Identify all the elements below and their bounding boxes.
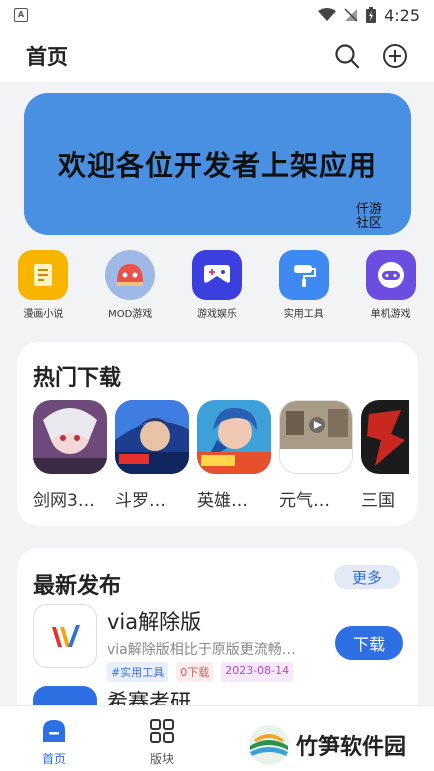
comic-book-icon: [18, 250, 69, 300]
clock: 4:25: [384, 5, 420, 25]
hot-app[interactable]: 斗罗…: [115, 400, 189, 511]
watermark: 竹笋软件园: [248, 724, 406, 766]
promo-banner[interactable]: 欢迎各位开发者上架应用 仟游社区: [24, 93, 411, 235]
status-bar: A 4:25: [0, 0, 434, 30]
home-icon: [43, 720, 65, 742]
game-art-icon: [361, 400, 409, 474]
game-art-icon: [279, 400, 353, 474]
app-name: 三国: [361, 491, 395, 511]
watermark-logo-icon: [249, 725, 289, 765]
grid-icon: [150, 719, 174, 743]
category-tag: #实用工具: [107, 662, 169, 682]
via-logo-icon: [33, 604, 97, 668]
section-title: 热门下载: [33, 366, 122, 391]
search-icon[interactable]: [334, 43, 360, 69]
app-name: 英雄…: [197, 491, 248, 511]
more-button[interactable]: 更多: [334, 565, 400, 589]
category-label: 游戏娱乐: [196, 309, 237, 320]
hot-downloads-card: 热门下载 剑网3… 斗罗… 英雄… 元气… 三国: [17, 342, 418, 526]
category-label: 单机游戏: [370, 309, 411, 320]
hot-app[interactable]: 三国: [361, 400, 434, 511]
gamepad-icon: [191, 250, 242, 300]
banner-stamp: 仟游社区: [355, 202, 382, 231]
game-art-icon: [197, 400, 271, 474]
app-name: 元气…: [279, 491, 330, 511]
nav-boards[interactable]: 版块: [108, 706, 216, 771]
banner-text: 欢迎各位开发者上架应用: [57, 149, 377, 182]
hot-app[interactable]: 英雄…: [197, 400, 271, 511]
category-comics[interactable]: 漫画小说: [0, 250, 87, 325]
no-signal-icon: [344, 8, 358, 22]
download-count-tag: 0下载: [176, 662, 214, 682]
top-app-bar: 首页: [0, 30, 434, 82]
category-game-entertainment[interactable]: 游戏娱乐: [174, 250, 261, 325]
game-art-icon: [33, 400, 107, 474]
mod-robot-icon: [105, 250, 156, 300]
category-mod-games[interactable]: MOD游戏: [87, 250, 174, 325]
single-game-icon: [365, 250, 416, 300]
add-icon[interactable]: [382, 43, 408, 69]
app-notification-icon: A: [14, 8, 28, 22]
page-title: 首页: [26, 45, 68, 69]
hot-app[interactable]: 剑网3…: [33, 400, 107, 511]
release-item[interactable]: via解除版 via解除版相比于原版更流畅… #实用工具 0下载 2023-08…: [33, 604, 403, 682]
app-description: via解除版相比于原版更流畅…: [107, 642, 296, 658]
wifi-icon: [318, 8, 337, 21]
category-row: 漫画小说 MOD游戏 游戏娱乐 实用工具 单机游戏: [0, 250, 434, 325]
download-button[interactable]: 下载: [335, 626, 403, 660]
watermark-text: 竹笋软件园: [296, 735, 407, 760]
game-art-icon: [115, 400, 189, 474]
battery-charging-icon: [366, 7, 377, 23]
app-name: 斗罗…: [115, 491, 166, 511]
nav-home[interactable]: 首页: [0, 706, 108, 771]
section-title: 最新发布: [33, 574, 122, 599]
app-name: 剑网3…: [33, 491, 95, 511]
hot-app[interactable]: 元气…: [279, 400, 353, 511]
category-label: 漫画小说: [23, 309, 64, 320]
category-utilities[interactable]: 实用工具: [260, 250, 347, 325]
category-single-player[interactable]: 单机游戏: [347, 250, 434, 325]
nav-label: 首页: [41, 752, 66, 766]
paint-roller-icon: [278, 250, 329, 300]
category-label: MOD游戏: [108, 309, 153, 320]
nav-label: 版块: [149, 752, 174, 766]
date-tag: 2023-08-14: [221, 662, 294, 682]
app-name: via解除版: [107, 610, 202, 634]
category-label: 实用工具: [283, 309, 324, 320]
